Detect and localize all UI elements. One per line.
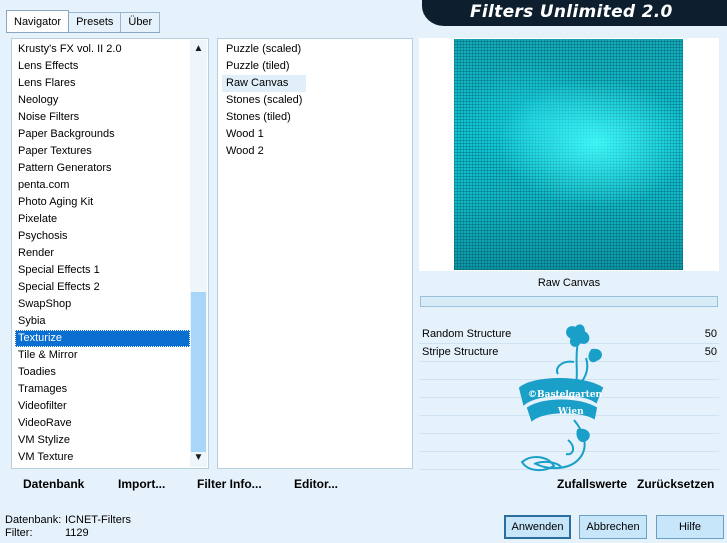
category-panel: Krusty's FX vol. II 2.0 Lens Effects Lens … [11,38,209,469]
help-button[interactable]: Hilfe [656,515,724,539]
scroll-up-icon[interactable]: ▲ [190,41,207,57]
category-item[interactable]: Videofilter [15,398,190,415]
category-item[interactable]: Pixelate [15,211,190,228]
datenbank-link[interactable]: Datenbank [23,477,84,491]
category-item[interactable]: VM Texture [15,449,190,466]
tab-strip: Navigator Presets Über [6,10,161,32]
category-item[interactable]: Toadies [15,364,190,381]
category-item[interactable]: Tile & Mirror [15,347,190,364]
import-link[interactable]: Import... [118,477,165,491]
category-item[interactable]: penta.com [15,177,190,194]
filter-item[interactable]: Stones (tiled) [222,109,306,126]
category-item[interactable]: Sybia [15,313,190,330]
category-item[interactable]: Paper Textures [15,143,190,160]
category-item[interactable]: Tramages [15,381,190,398]
parameter-label: Random Structure [422,328,512,340]
filter-item[interactable]: Wood 1 [222,126,306,143]
apply-button[interactable]: Anwenden [504,515,571,539]
watermark-logo: ©Bastelgarten Wien [518,324,604,472]
preview-filter-name: Raw Canvas [537,277,601,289]
category-item[interactable]: Psychosis [15,228,190,245]
filter-item[interactable]: Puzzle (tiled) [222,58,306,75]
category-item[interactable]: Lens Effects [15,58,190,75]
filter-item[interactable]: Puzzle (scaled) [222,41,306,58]
filter-info-link[interactable]: Filter Info... [197,477,262,491]
preview-frame [419,38,719,271]
tab-about[interactable]: Über [120,12,161,32]
filter-count-label: Filter: [5,527,33,539]
category-item[interactable]: SwapShop [15,296,190,313]
category-item[interactable]: Render [15,245,190,262]
category-item[interactable]: Special Effects 2 [15,279,190,296]
category-scrollbar[interactable]: ▲ ▼ [190,40,207,467]
scroll-down-icon[interactable]: ▼ [190,450,207,466]
category-item[interactable]: Special Effects 1 [15,262,190,279]
filter-item[interactable]: Raw Canvas [222,75,307,92]
category-item[interactable]: Noise Filters [15,109,190,126]
category-item[interactable]: Photo Aging Kit [15,194,190,211]
tab-navigator[interactable]: Navigator [6,10,70,32]
filter-count-value: 1129 [65,527,89,539]
watermark-line-1: ©Bastelgarten [528,390,603,400]
category-item[interactable]: VideoRave [15,415,190,432]
category-item[interactable]: Pattern Generators [15,160,190,177]
reset-link[interactable]: Zurücksetzen [637,477,714,491]
category-item[interactable]: Texturize [15,330,190,347]
right-link-bar: Zufallswerte Zurücksetzen [419,472,719,496]
cancel-button[interactable]: Abbrechen [579,515,647,539]
parameter-value[interactable]: 50 [705,326,717,343]
parameter-label: Stripe Structure [422,346,499,358]
db-label: Datenbank: [5,514,62,526]
filter-item[interactable]: Wood 2 [222,143,306,160]
category-item[interactable]: Lens Flares [15,75,190,92]
progress-bar [420,296,718,307]
scroll-thumb[interactable] [191,292,206,452]
parameter-value[interactable]: 50 [705,344,717,361]
left-link-bar: Datenbank Import... Filter Info... Edito… [11,472,414,496]
category-item[interactable]: Paper Backgrounds [15,126,190,143]
db-value: ICNET-Filters [65,514,131,526]
category-item[interactable]: Krusty's FX vol. II 2.0 [15,41,190,58]
title-banner: Filters Unlimited 2.0 [422,0,727,26]
preview-image[interactable] [454,39,683,270]
filter-panel: Puzzle (scaled) Puzzle (tiled) Raw Canvas S… [217,38,413,469]
category-list: Krusty's FX vol. II 2.0 Lens Effects Lens … [15,41,190,466]
filter-list: Puzzle (scaled) Puzzle (tiled) Raw Canvas S… [222,41,307,160]
random-values-link[interactable]: Zufallswerte [557,477,627,491]
status-area: Datenbank: ICNET-Filters Filter: 1129 [5,514,131,540]
category-item[interactable]: VM Stylize [15,432,190,449]
tab-presets[interactable]: Presets [68,12,122,32]
filter-item[interactable]: Stones (scaled) [222,92,306,109]
app-title: Filters Unlimited 2.0 [470,2,673,22]
watermark-line-2: Wien [557,407,584,417]
editor-link[interactable]: Editor... [294,477,338,491]
category-item[interactable]: Neology [15,92,190,109]
